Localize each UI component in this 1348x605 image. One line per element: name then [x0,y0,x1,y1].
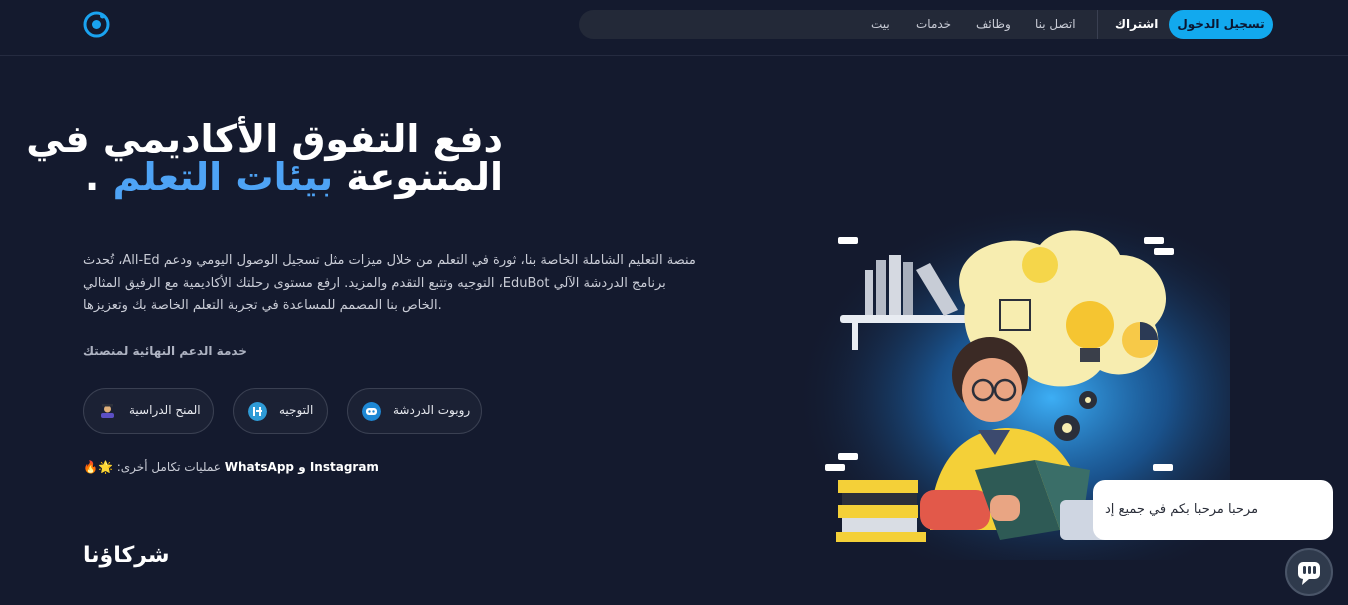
scholarship-pill[interactable]: المنح الدراسية [83,388,214,434]
mentoring-pill[interactable]: التوجيه [233,388,328,434]
desc-line-1: منصة التعليم الشاملة الخاصة بنا، ثورة في… [83,253,696,268]
chat-icon [1298,562,1320,585]
chatbot-pill[interactable]: روبوت الدردشة [347,388,482,434]
hero-title: دفع التفوق الأكاديمي في المتنوعة بيئات ا… [26,117,503,196]
partners-title: شركاؤنا [83,543,170,568]
hero-title-line2: المتنوعة بيئات التعلم . [83,158,503,196]
desc-line-3: .الخاص بنا المصمم للمساعدة في تجربة التع… [83,298,442,313]
nav-divider [1097,10,1098,39]
hero-description: منصة التعليم الشاملة الخاصة بنا، ثورة في… [83,250,723,318]
desc-line-2: برنامج الدردشة الآلي EduBot، التوجيه وتت… [83,275,666,291]
logo-icon[interactable] [83,11,110,38]
hero-title-plain: المتنوعة [346,155,503,199]
integrations-names: WhatsApp و Instagram [224,460,379,474]
nav-bar: بيت خدمات وظائف اتصل بنا اشتراك تسجيل ال… [579,10,1273,39]
chat-launcher-button[interactable] [1285,548,1333,596]
nav-jobs[interactable]: وظائف [976,10,1011,39]
login-button[interactable]: تسجيل الدخول [1169,10,1273,39]
nav-contact[interactable]: اتصل بنا [1035,10,1076,39]
hero-title-accent: بيئات التعلم [112,155,334,199]
integrations-prefix: :عمليات تكامل أخرى [116,460,221,474]
nav-home[interactable]: بيت [871,10,890,39]
scholarship-icon [101,404,114,418]
hero-title-dot: . [84,155,100,199]
scholarship-label: المنح الدراسية [129,403,201,417]
site-header: بيت خدمات وظائف اتصل بنا اشتراك تسجيل ال… [0,0,1348,56]
chat-welcome-bubble[interactable]: مرحبا مرحبا بكم في جميع إد [1093,480,1333,540]
nav-services[interactable]: خدمات [916,10,951,39]
chatbot-icon [362,402,381,421]
chatbot-label: روبوت الدردشة [393,403,471,417]
integrations-emoji: 🔥🌟 [83,460,113,474]
support-label: خدمة الدعم النهائية لمنصتك [83,344,247,358]
mentoring-label: التوجيه [279,403,314,417]
hero-title-line1: دفع التفوق الأكاديمي في [26,117,503,161]
integrations-line: 🔥🌟 :عمليات تكامل أخرى WhatsApp و Instagr… [83,460,379,474]
signup-link[interactable]: اشتراك [1115,10,1158,39]
mentoring-icon [248,402,267,421]
